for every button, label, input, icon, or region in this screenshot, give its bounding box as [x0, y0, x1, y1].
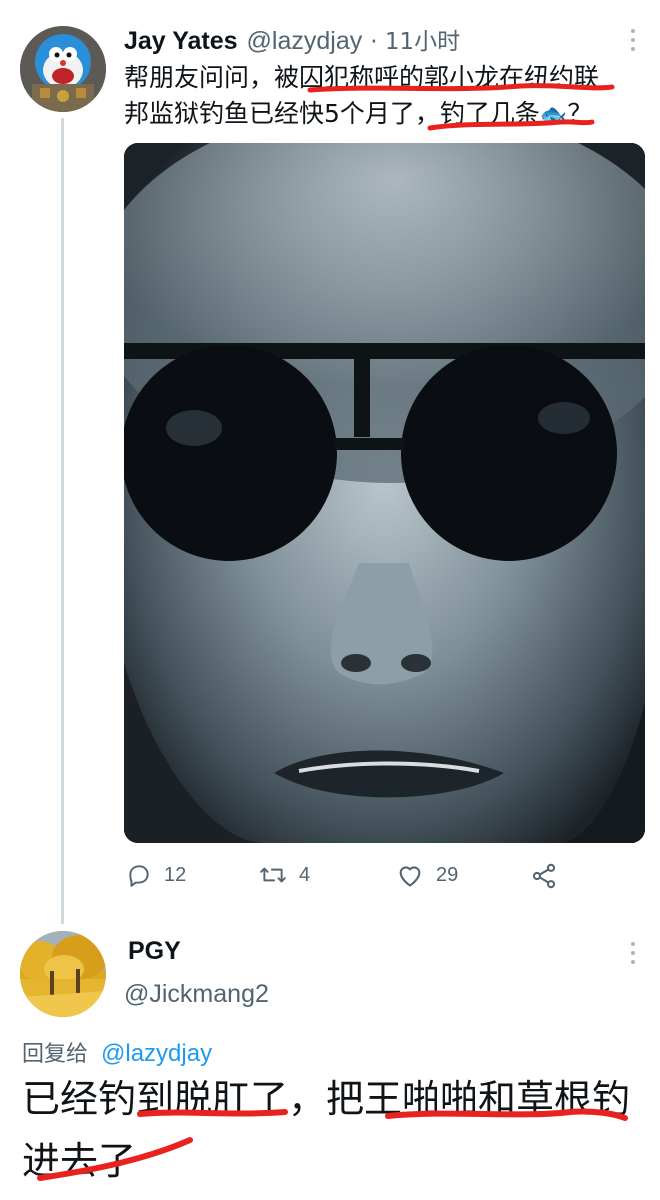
- replying-to-label: 回复给: [22, 1042, 89, 1067]
- retweet-button[interactable]: 4: [259, 862, 310, 888]
- share-icon: [532, 863, 556, 889]
- thread-connector-line: [61, 118, 64, 924]
- reply-author-name[interactable]: PGY: [128, 937, 181, 966]
- annotation-underlines-reply: [37, 1108, 628, 1181]
- replying-to-mention[interactable]: @lazydjay: [101, 1040, 212, 1067]
- heart-icon: [399, 866, 421, 887]
- tweet-photo[interactable]: [124, 143, 645, 843]
- portrait-photo-image: [124, 143, 645, 843]
- like-count: 29: [436, 863, 459, 886]
- reply-button[interactable]: 12: [126, 862, 186, 888]
- like-button[interactable]: 29: [396, 862, 458, 888]
- reply-more-options-icon[interactable]: [628, 941, 638, 970]
- share-button[interactable]: [530, 862, 558, 890]
- retweet-icon: [260, 867, 286, 883]
- reply-count: 12: [164, 863, 187, 886]
- reply-author-avatar[interactable]: [20, 931, 106, 1017]
- annotation-underlines-tweet: [307, 83, 615, 131]
- reply-author-handle[interactable]: @Jickmang2: [124, 980, 269, 1009]
- reply-icon: [129, 865, 149, 887]
- avatar-golden-tree-image: [20, 931, 106, 1017]
- retweet-count: 4: [299, 863, 311, 886]
- replying-to: 回复给 @lazydjay: [22, 1036, 212, 1068]
